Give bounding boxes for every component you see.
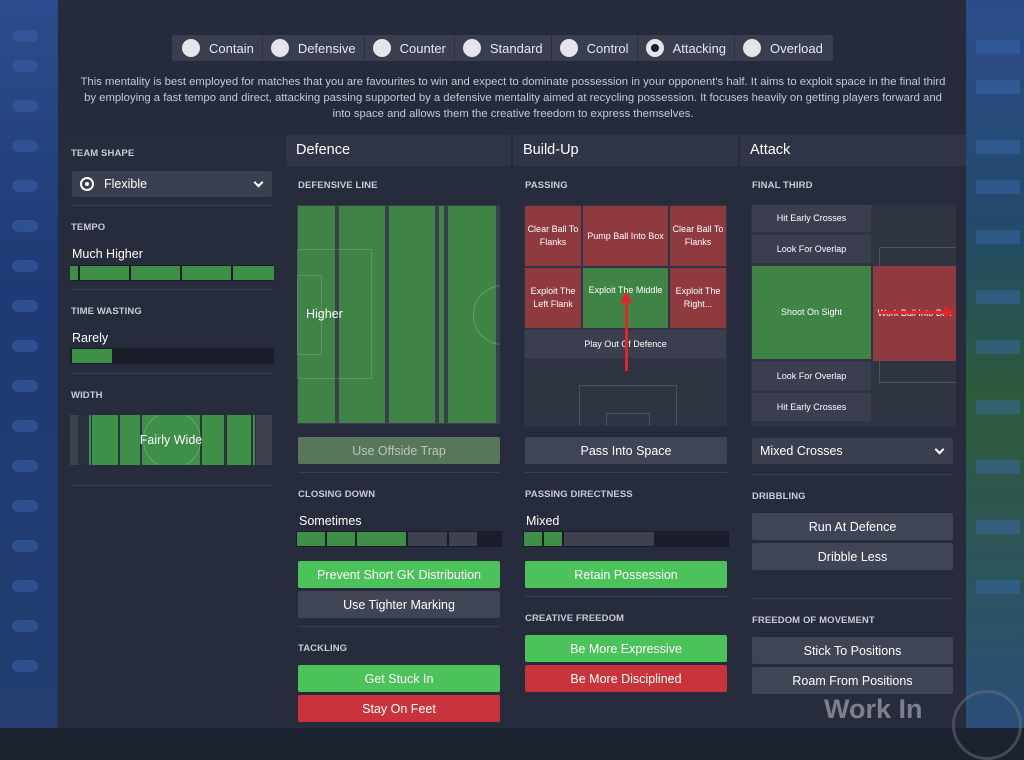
radio-icon xyxy=(462,39,481,57)
arrow-head xyxy=(944,306,956,318)
defensive-line-value: Higher xyxy=(306,307,343,321)
radio-selected-icon xyxy=(645,39,664,57)
run-at-defence-button[interactable]: Run At Defence xyxy=(752,513,953,540)
passing-directness-label: PASSING DIRECTNESS xyxy=(525,489,633,500)
radio-icon xyxy=(743,39,762,57)
target-icon xyxy=(80,177,94,191)
be-more-disciplined-button[interactable]: Be More Disciplined xyxy=(525,665,727,692)
radio-icon xyxy=(182,39,200,57)
look-for-overlap-top[interactable]: Look For Overlap xyxy=(752,235,871,263)
passing-label: PASSING xyxy=(525,180,568,191)
final-third-label: FINAL THIRD xyxy=(752,180,813,191)
hit-early-crosses-top[interactable]: Hit Early Crosses xyxy=(752,205,871,232)
divider xyxy=(298,626,500,627)
closing-down-value: Sometimes xyxy=(299,514,362,528)
tackling-label: TACKLING xyxy=(298,643,348,654)
defence-title: Defence xyxy=(286,135,511,166)
chevron-down-icon xyxy=(934,444,945,455)
arrow-up-icon xyxy=(625,301,628,371)
mentality-description: This mentality is best employed for matc… xyxy=(80,76,946,120)
defensive-line-label: DEFENSIVE LINE xyxy=(298,180,378,191)
arrow-head xyxy=(620,291,632,303)
exploit-right-flank[interactable]: Exploit The Right... xyxy=(670,268,726,328)
roam-from-positions-button[interactable]: Roam From Positions xyxy=(752,667,953,694)
tempo-bar[interactable] xyxy=(70,265,274,281)
closing-down-label: CLOSING DOWN xyxy=(298,489,376,500)
mentality-defensive[interactable]: Defensive xyxy=(263,35,365,61)
clear-ball-to-flanks-left[interactable]: Clear Ball To Flanks xyxy=(525,206,581,266)
passing-directness-value: Mixed xyxy=(526,514,560,528)
radio-icon xyxy=(372,39,391,57)
divider xyxy=(752,598,953,599)
team-shape-dropdown[interactable]: Flexible xyxy=(72,171,272,197)
divider xyxy=(298,472,500,473)
mentality-attacking[interactable]: Attacking xyxy=(638,35,736,61)
look-for-overlap-bottom[interactable]: Look For Overlap xyxy=(752,362,871,390)
creative-freedom-label: CREATIVE FREEDOM xyxy=(525,613,625,624)
mentality-standard[interactable]: Standard xyxy=(455,35,552,61)
hit-early-crosses-bottom[interactable]: Hit Early Crosses xyxy=(752,393,871,421)
width-label: WIDTH xyxy=(71,390,103,401)
radio-icon xyxy=(559,39,578,57)
dribbling-label: DRIBBLING xyxy=(752,491,806,502)
defensive-line-pitch[interactable]: Higher xyxy=(297,205,500,424)
background-left xyxy=(0,0,58,728)
get-stuck-in-button[interactable]: Get Stuck In xyxy=(298,665,500,692)
tempo-value: Much Higher xyxy=(72,247,143,261)
shoot-on-sight[interactable]: Shoot On Sight xyxy=(752,266,871,359)
divider xyxy=(525,472,727,473)
stick-to-positions-button[interactable]: Stick To Positions xyxy=(752,637,953,664)
mentality-counter[interactable]: Counter xyxy=(365,35,455,61)
divider xyxy=(71,373,273,374)
mentality-contain[interactable]: Contain xyxy=(174,35,263,61)
team-shape-label: TEAM SHAPE xyxy=(71,148,135,159)
background-right xyxy=(966,0,1024,728)
closing-down-bar[interactable] xyxy=(296,531,502,547)
time-wasting-bar[interactable] xyxy=(70,348,274,364)
divider xyxy=(71,205,273,206)
mentality-overload[interactable]: Overload xyxy=(735,35,831,61)
pump-ball-into-box[interactable]: Pump Ball Into Box xyxy=(583,206,668,266)
divider xyxy=(71,485,273,486)
pass-into-space-button[interactable]: Pass Into Space xyxy=(525,437,727,464)
prevent-short-gk-distribution-button[interactable]: Prevent Short GK Distribution xyxy=(298,561,500,588)
use-tighter-marking-button[interactable]: Use Tighter Marking xyxy=(298,591,500,618)
divider xyxy=(525,596,727,597)
time-wasting-label: TIME WASTING xyxy=(71,306,142,317)
passing-pitch: Clear Ball To Flanks Pump Ball Into Box … xyxy=(524,205,727,426)
be-more-expressive-button[interactable]: Be More Expressive xyxy=(525,635,727,662)
divider xyxy=(752,474,953,475)
dribble-less-button[interactable]: Dribble Less xyxy=(752,543,953,570)
stay-on-feet-button[interactable]: Stay On Feet xyxy=(298,695,500,722)
clear-ball-to-flanks-right[interactable]: Clear Ball To Flanks xyxy=(670,206,726,266)
width-value: Fairly Wide xyxy=(139,433,203,447)
buildup-title: Build-Up xyxy=(513,135,738,166)
retain-possession-button[interactable]: Retain Possession xyxy=(525,561,727,588)
watermark-text: Work In xyxy=(824,694,923,724)
final-third-pitch: Hit Early Crosses Look For Overlap Shoot… xyxy=(751,205,956,426)
divider xyxy=(71,289,273,290)
exploit-left-flank[interactable]: Exploit The Left Flank xyxy=(525,268,581,328)
use-offside-trap-button[interactable]: Use Offside Trap xyxy=(298,437,500,464)
mentality-control[interactable]: Control xyxy=(552,35,638,61)
tempo-label: TEMPO xyxy=(71,222,106,233)
mentality-selector: Contain Defensive Counter Standard Contr… xyxy=(172,35,833,61)
arrow-right-icon xyxy=(879,311,945,314)
attack-title: Attack xyxy=(740,135,966,166)
chevron-down-icon xyxy=(253,177,264,188)
logo-seal xyxy=(952,690,1022,760)
time-wasting-value: Rarely xyxy=(72,331,109,345)
radio-icon xyxy=(270,39,289,57)
crossing-dropdown[interactable]: Mixed Crosses xyxy=(752,438,953,464)
width-pitch[interactable]: Fairly Wide xyxy=(70,415,272,465)
passing-directness-bar[interactable] xyxy=(523,531,729,547)
freedom-of-movement-label: FREEDOM OF MOVEMENT xyxy=(752,615,875,626)
